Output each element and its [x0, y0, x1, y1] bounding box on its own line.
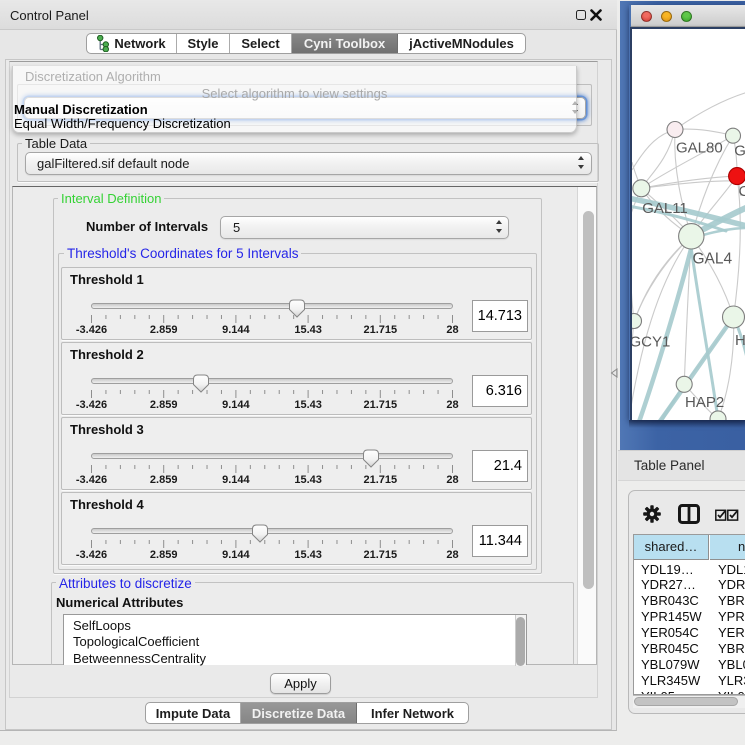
svg-text:GAL4: GAL4 — [693, 251, 733, 268]
svg-text:GCY1: GCY1 — [632, 333, 670, 350]
svg-text:GAL11: GAL11 — [642, 200, 688, 217]
svg-text:HAP2: HAP2 — [685, 394, 724, 411]
svg-text:CY: CY — [739, 183, 745, 200]
svg-text:HI: HI — [735, 332, 745, 349]
svg-text:GAL80: GAL80 — [676, 140, 723, 157]
svg-text:GA: GA — [734, 142, 745, 159]
